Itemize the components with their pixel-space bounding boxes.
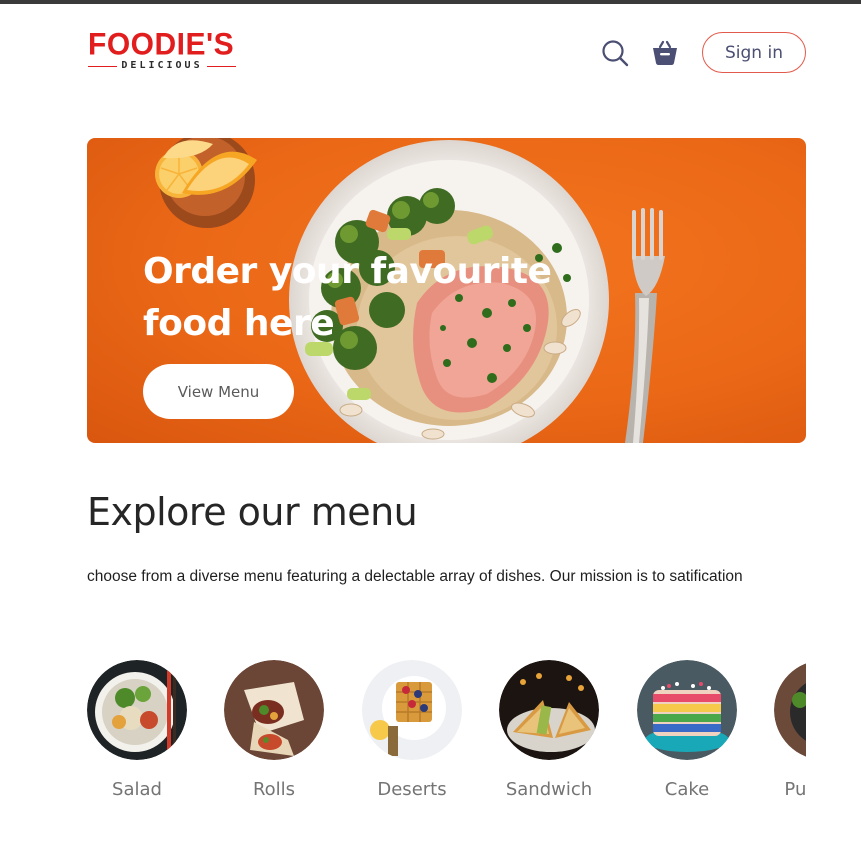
view-menu-button[interactable]: View Menu (143, 364, 294, 419)
cake-image (637, 660, 737, 760)
tagline-rule-left (88, 65, 118, 67)
explore-menu-heading: Explore our menu (87, 490, 418, 534)
deserts-image (362, 660, 462, 760)
brand-name: FOODIE'S (88, 27, 235, 62)
basket-icon[interactable] (650, 38, 680, 68)
menu-item-sandwich[interactable]: Sandwich (499, 660, 599, 800)
hero-title-line-2: food here (143, 303, 335, 344)
brand-logo[interactable]: FOODIE'S DELICIOUS (88, 27, 238, 74)
sandwich-image (499, 660, 599, 760)
salad-image (87, 660, 187, 760)
menu-item-label: Salad (112, 779, 162, 800)
menu-item-pure-veg[interactable]: Pure Veg (774, 660, 806, 800)
menu-item-label: Sandwich (505, 779, 593, 800)
window-top-border (0, 0, 861, 4)
hero-title-line-1: Order your favourite (143, 251, 552, 292)
page: FOODIE'S DELICIOUS Sign in Order your fa… (0, 0, 861, 860)
tagline-rule-right (206, 65, 236, 67)
menu-item-label: Cake (664, 779, 710, 800)
brand-tagline: DELICIOUS (121, 60, 203, 71)
explore-menu-description: choose from a diverse menu featuring a d… (87, 568, 743, 585)
menu-item-deserts[interactable]: Deserts (362, 660, 462, 800)
pure-veg-image (774, 663, 806, 757)
rolls-image (224, 660, 324, 760)
menu-category-list: Salad Rolls Deserts Sandwich Cake Pu (87, 660, 806, 810)
hero-banner: Order your favourite food here View Menu (87, 138, 806, 443)
sign-in-button[interactable]: Sign in (702, 32, 806, 73)
brand-tagline-row: DELICIOUS (88, 60, 236, 72)
search-icon[interactable] (600, 38, 630, 68)
menu-item-label: Rolls (252, 779, 296, 800)
menu-item-rolls[interactable]: Rolls (224, 660, 324, 800)
menu-item-label: Pure Veg (784, 779, 806, 800)
menu-item-salad[interactable]: Salad (87, 660, 187, 800)
navbar-actions: Sign in (600, 31, 806, 74)
hero-title: Order your favourite food here (143, 246, 563, 350)
menu-item-cake[interactable]: Cake (637, 660, 737, 800)
menu-item-label: Deserts (377, 779, 447, 800)
